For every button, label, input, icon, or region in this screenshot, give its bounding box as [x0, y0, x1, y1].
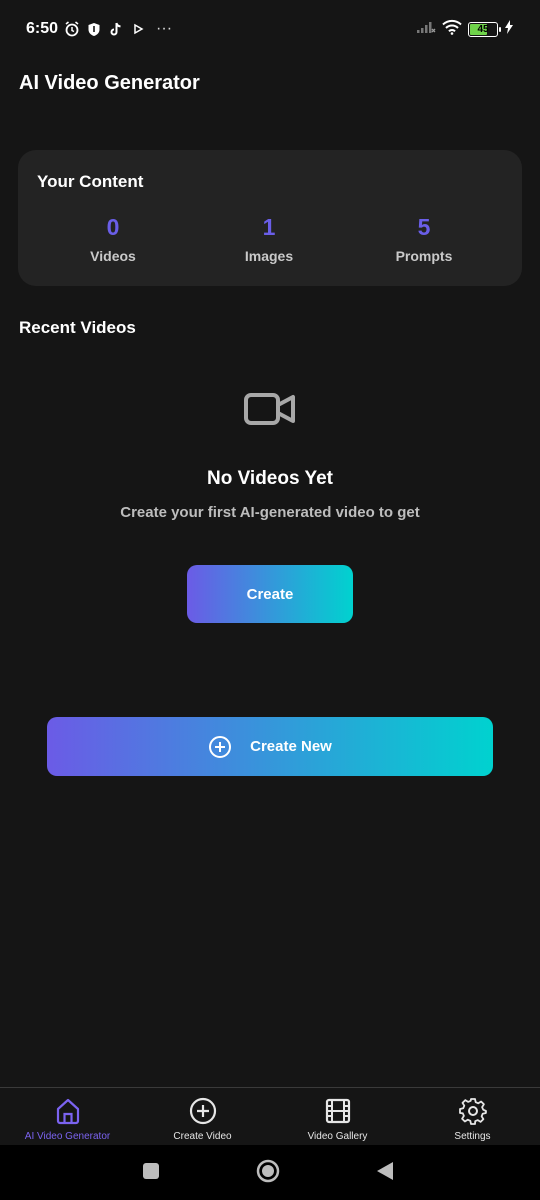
- bottom-navigation: AI Video Generator Create Video Video Ga…: [0, 1087, 540, 1145]
- stat-prompts-value: 5: [417, 214, 431, 240]
- stat-videos-value: 0: [106, 214, 120, 240]
- stat-prompts: 5 Prompts: [364, 214, 484, 264]
- plus-circle-icon: [208, 735, 232, 759]
- home-button[interactable]: [256, 1159, 280, 1188]
- alarm-icon: [64, 21, 80, 37]
- nav-label: Video Gallery: [307, 1131, 368, 1142]
- battery-icon: 45: [468, 21, 501, 37]
- empty-state-subtitle: Create your first AI-generated video to …: [120, 504, 420, 521]
- plus-circle-icon: [189, 1097, 217, 1125]
- nav-item-settings[interactable]: Settings: [405, 1088, 540, 1146]
- system-navigation-bar: [0, 1145, 540, 1200]
- battery-level: 45: [477, 23, 489, 35]
- your-content-card: Your Content 0 Videos 1 Images 5 Prompts: [18, 150, 522, 286]
- stat-videos: 0 Videos: [53, 214, 173, 264]
- empty-state-title: No Videos Yet: [206, 468, 333, 489]
- stat-images: 1 Images: [209, 214, 329, 264]
- status-time: 6:50: [26, 20, 59, 37]
- create-button[interactable]: Create: [187, 565, 353, 623]
- create-button-label: Create: [246, 585, 294, 603]
- stat-images-label: Images: [244, 248, 294, 264]
- recent-videos-title: Recent Videos: [19, 318, 136, 337]
- create-new-label: Create New: [250, 738, 332, 755]
- home-icon: [54, 1097, 82, 1125]
- nav-label: Settings: [454, 1131, 491, 1142]
- signal-icon: [416, 20, 436, 39]
- charging-icon: [504, 19, 514, 39]
- nav-label: AI Video Generator: [24, 1131, 111, 1142]
- nav-item-ai-video-generator[interactable]: AI Video Generator: [0, 1088, 135, 1146]
- stat-prompts-label: Prompts: [395, 248, 453, 264]
- nav-label: Create Video: [173, 1131, 232, 1142]
- nav-item-create-video[interactable]: Create Video: [135, 1088, 270, 1146]
- tiktok-icon: [108, 21, 124, 37]
- gear-icon: [458, 1097, 487, 1125]
- page-title: AI Video Generator: [19, 72, 200, 94]
- play-icon: [130, 21, 146, 37]
- create-new-button[interactable]: Create New: [47, 717, 493, 776]
- back-button[interactable]: [376, 1161, 394, 1186]
- nav-item-video-gallery[interactable]: Video Gallery: [270, 1088, 405, 1146]
- shield-icon: [86, 21, 102, 37]
- stat-videos-label: Videos: [90, 248, 136, 264]
- film-icon: [324, 1097, 352, 1125]
- status-bar: 6:50 ··· 45: [0, 0, 540, 58]
- card-title: Your Content: [37, 172, 144, 191]
- stat-images-value: 1: [262, 214, 276, 240]
- more-icon: ···: [156, 20, 173, 37]
- recents-button[interactable]: [142, 1162, 160, 1185]
- wifi-icon: [442, 19, 462, 40]
- video-camera-icon: [243, 390, 297, 428]
